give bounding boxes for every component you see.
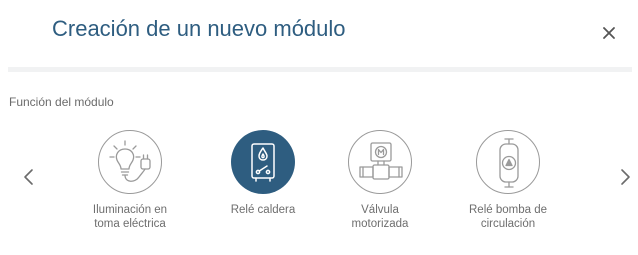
module-label: Relé caldera xyxy=(230,204,296,216)
module-option-motorized-valve[interactable]: Válvula motorizada xyxy=(325,130,435,231)
header-divider xyxy=(8,67,632,72)
carousel-next-button[interactable] xyxy=(616,164,634,190)
module-label: Relé bomba de circulación xyxy=(469,204,547,230)
circulation-pump-icon xyxy=(499,138,519,188)
close-button[interactable] xyxy=(596,20,622,46)
dialog-header: Creación de un nuevo módulo xyxy=(0,0,638,64)
lightbulb-plug-icon xyxy=(109,140,151,182)
dialog-title: Creación de un nuevo módulo xyxy=(52,16,346,41)
module-icon-circle xyxy=(231,130,295,194)
close-icon xyxy=(603,27,615,39)
chevron-right-icon xyxy=(621,169,630,185)
motorized-valve-icon xyxy=(359,142,403,180)
new-module-dialog: Creación de un nuevo módulo Función del … xyxy=(0,0,638,255)
module-icon-circle xyxy=(98,130,162,194)
module-icon-circle xyxy=(476,130,540,194)
module-option-circulation-pump[interactable]: Relé bomba de circulación xyxy=(453,130,563,231)
module-label: Válvula motorizada xyxy=(351,204,409,230)
module-function-label: Función del módulo xyxy=(9,95,114,109)
boiler-relay-icon xyxy=(251,143,275,182)
module-option-lighting[interactable]: Iluminación en toma eléctrica xyxy=(75,130,185,231)
module-icon-circle xyxy=(348,130,412,194)
carousel-prev-button[interactable] xyxy=(20,164,38,190)
module-option-boiler-relay[interactable]: Relé caldera xyxy=(208,130,318,217)
chevron-left-icon xyxy=(24,169,33,185)
module-label: Iluminación en toma eléctrica xyxy=(92,204,168,230)
